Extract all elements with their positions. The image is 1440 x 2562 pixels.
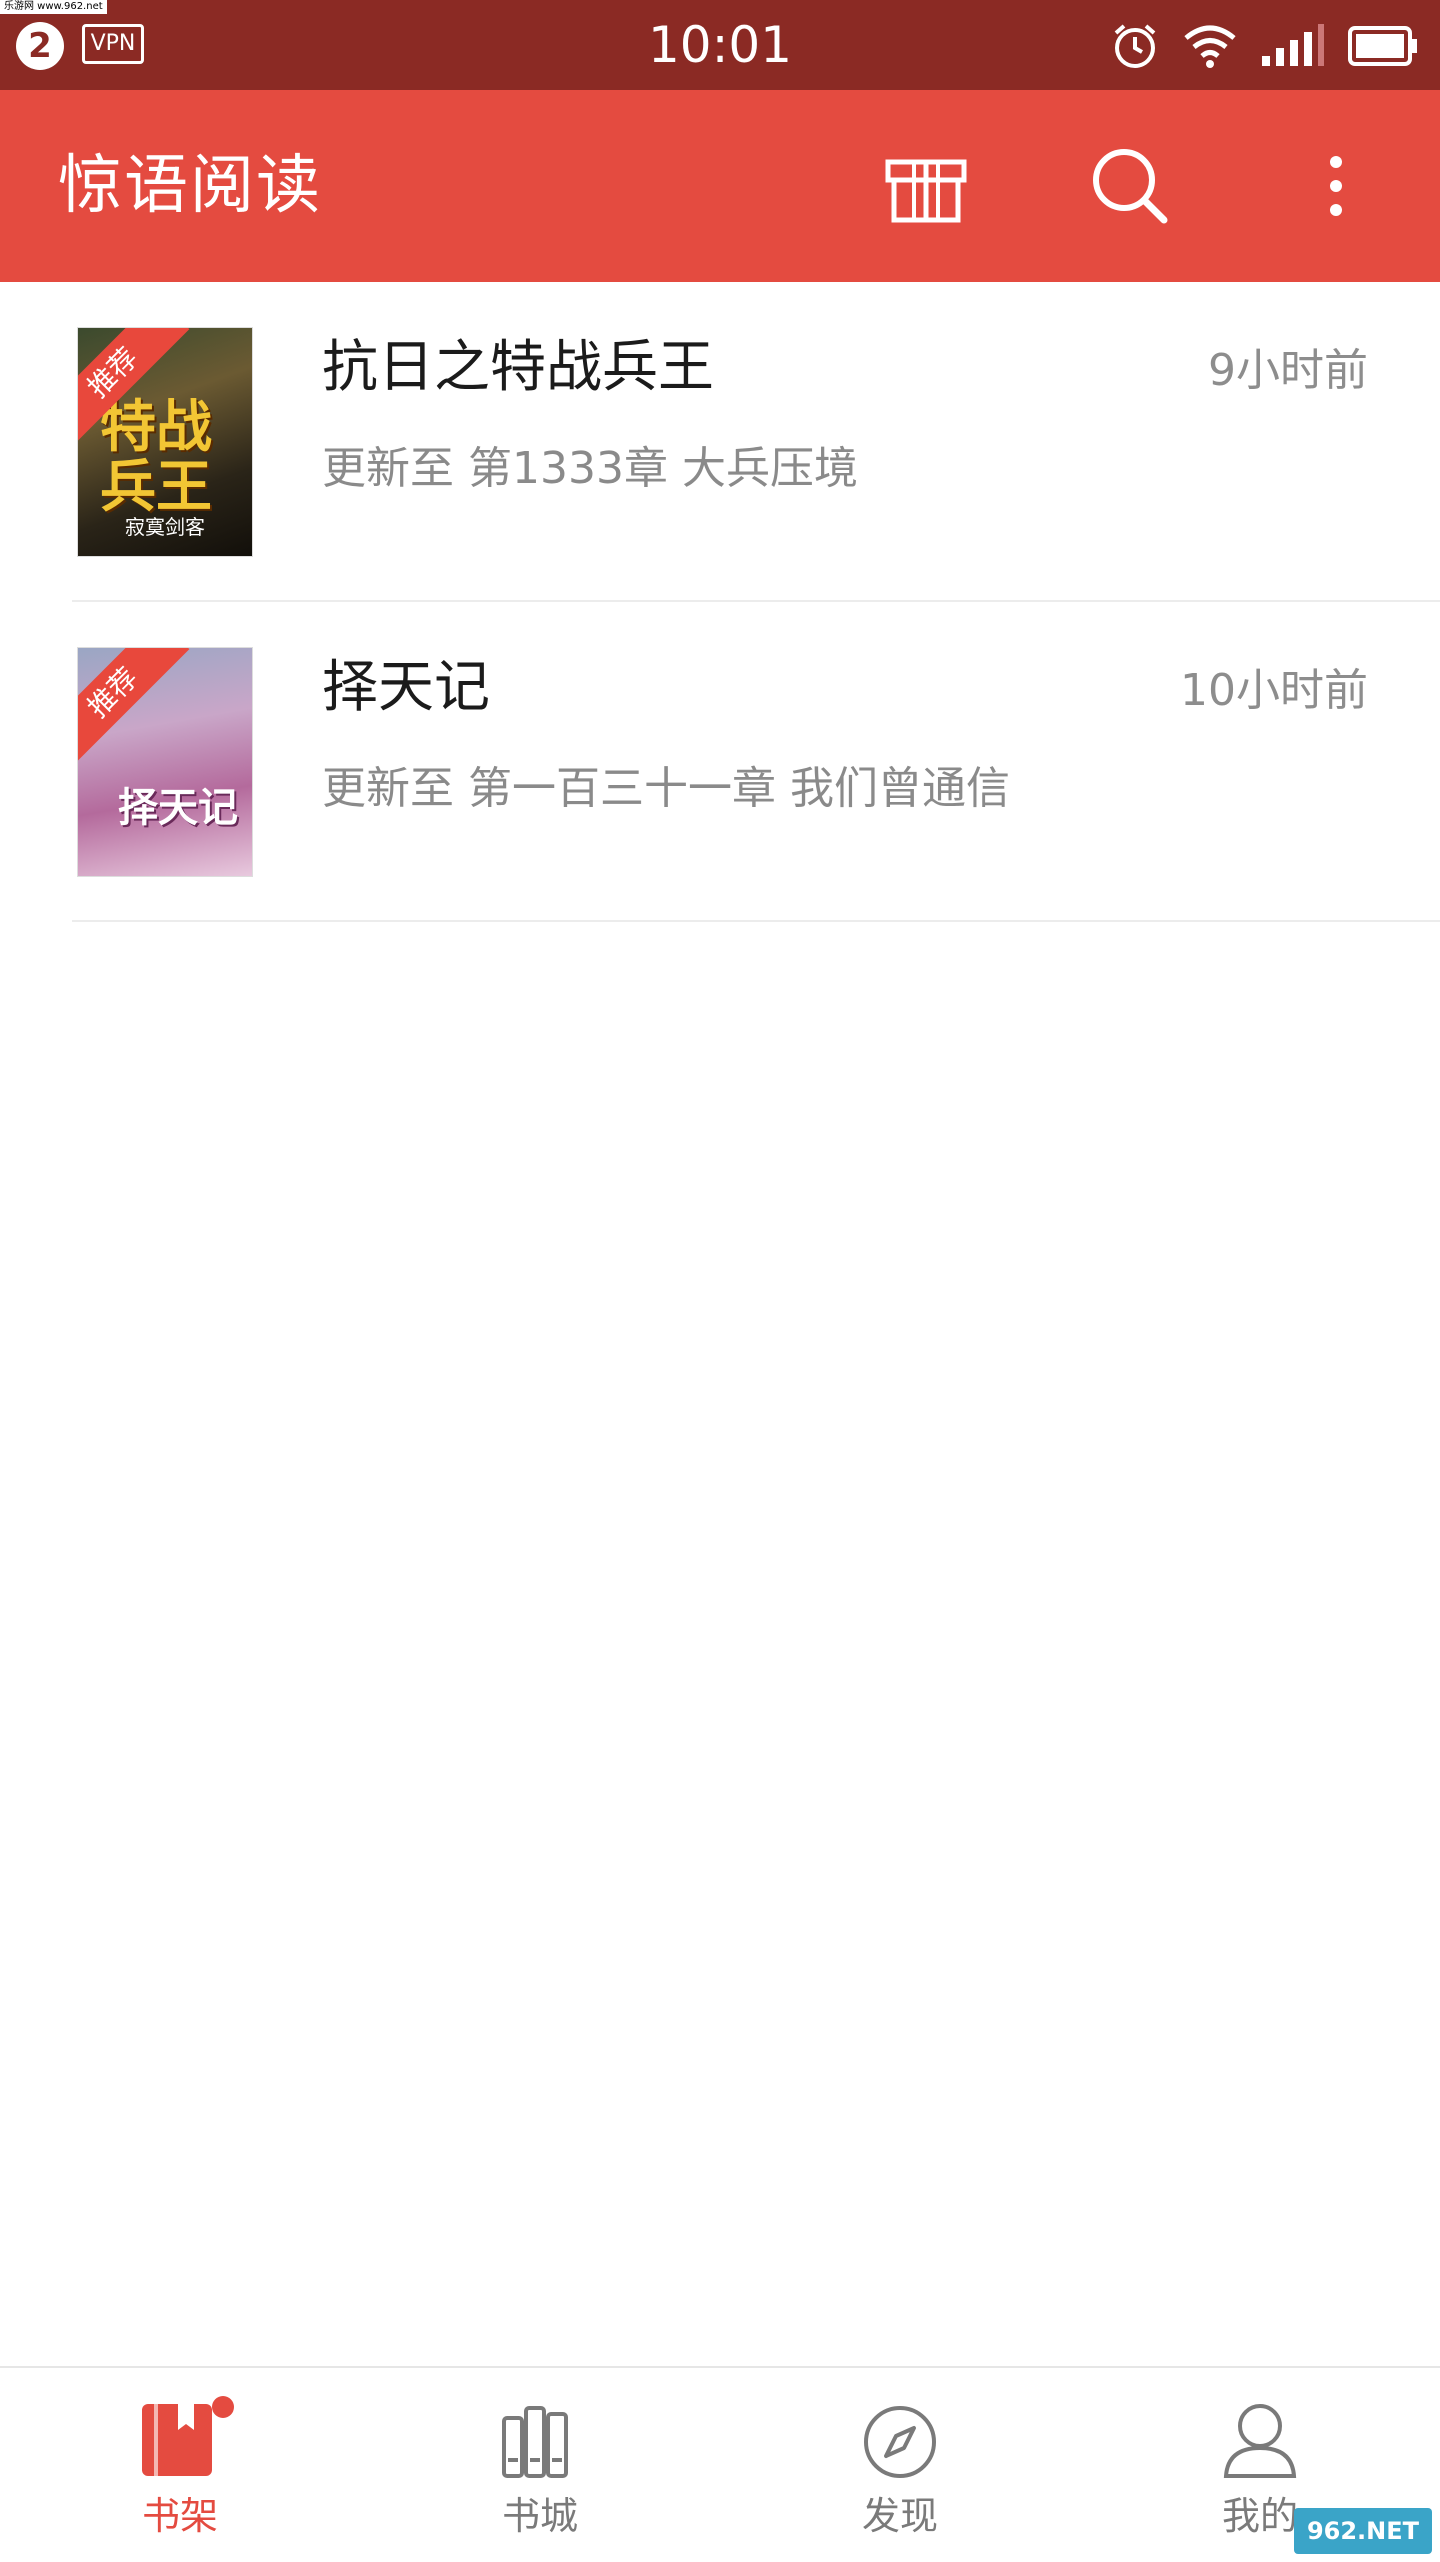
- nav-tab-discover[interactable]: 发现: [720, 2368, 1080, 2562]
- more-options-button[interactable]: [1288, 138, 1384, 234]
- status-bar: 乐游网 www.962.net 2 VPN 10:01: [0, 0, 1440, 90]
- wifi-icon: [1184, 25, 1236, 68]
- book-update-time: 10小时前: [1180, 665, 1368, 716]
- watermark-top: 乐游网 www.962.net: [0, 0, 107, 14]
- nav-tab-bookshelf[interactable]: 书架: [0, 2368, 360, 2562]
- bookstore-icon: [502, 2406, 568, 2478]
- book-item[interactable]: 特战兵王 寂寞剑客 推荐 抗日之特战兵王 9小时前 更新至 第1333章 大兵压…: [0, 282, 1440, 602]
- more-vert-icon: [1330, 156, 1342, 216]
- cover-title: 特战兵王: [100, 395, 212, 520]
- bookshelf-list: 特战兵王 寂寞剑客 推荐 抗日之特战兵王 9小时前 更新至 第1333章 大兵压…: [0, 282, 1440, 922]
- new-update-dot: [212, 2396, 234, 2418]
- cover-author: 寂寞剑客: [125, 515, 205, 539]
- nav-label: 书城: [501, 2494, 578, 2538]
- book-title: 择天记: [322, 655, 490, 720]
- book-title: 抗日之特战兵王: [322, 335, 714, 400]
- bottom-navigation: 书架 书城 发现 我的 962.NET: [0, 2366, 1440, 2562]
- compass-icon: [864, 2406, 936, 2478]
- signal-icon: [1262, 24, 1324, 66]
- book-item[interactable]: 择天记 推荐 择天记 10小时前 更新至 第一百三十一章 我们曾通信: [0, 602, 1440, 922]
- divider: [72, 920, 1440, 922]
- watermark-bottom-right: 962.NET: [1294, 2508, 1432, 2554]
- gift-button[interactable]: [878, 138, 974, 234]
- cover-title: 择天记: [118, 785, 238, 831]
- nav-label: 书架: [141, 2494, 218, 2538]
- profile-icon: [1223, 2404, 1297, 2478]
- alarm-icon: [1114, 24, 1156, 68]
- search-icon: [1093, 149, 1168, 224]
- book-cover[interactable]: 择天记 推荐: [78, 648, 252, 876]
- battery-icon: [1348, 26, 1417, 66]
- book-latest-chapter: 更新至 第一百三十一章 我们曾通信: [322, 763, 1010, 814]
- gift-icon: [885, 159, 967, 223]
- nav-tab-bookstore[interactable]: 书城: [360, 2368, 720, 2562]
- app-logo: 惊语阅读: [58, 149, 322, 223]
- book-cover[interactable]: 特战兵王 寂寞剑客 推荐: [78, 328, 252, 556]
- status-icons: [1110, 18, 1418, 74]
- app-bar: 惊语阅读: [0, 90, 1440, 282]
- nav-label: 发现: [861, 2494, 938, 2538]
- search-button[interactable]: [1082, 138, 1178, 234]
- book-latest-chapter: 更新至 第1333章 大兵压境: [322, 443, 858, 494]
- bookshelf-icon: [142, 2404, 212, 2476]
- book-update-time: 9小时前: [1208, 345, 1368, 396]
